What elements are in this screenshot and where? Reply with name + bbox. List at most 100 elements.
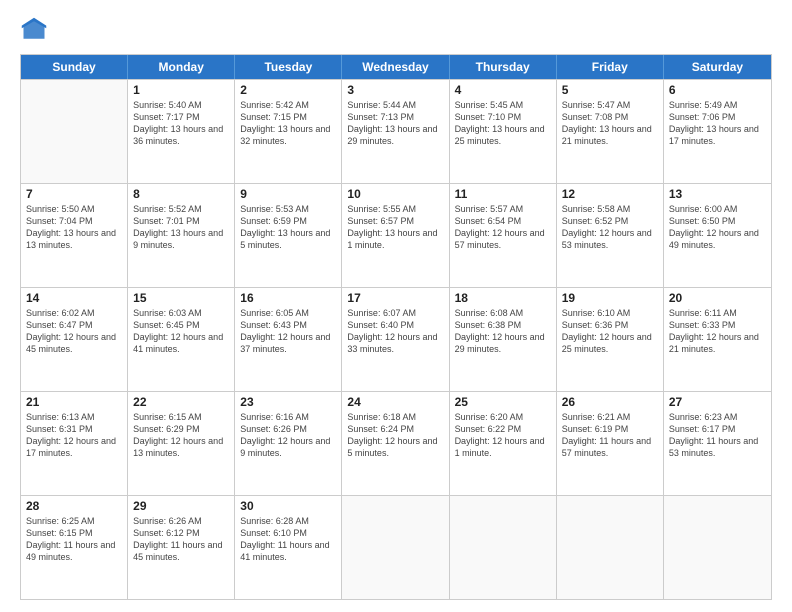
day-info: Sunrise: 5:47 AM Sunset: 7:08 PM Dayligh… bbox=[562, 99, 658, 148]
day-info: Sunrise: 6:18 AM Sunset: 6:24 PM Dayligh… bbox=[347, 411, 443, 460]
day-info: Sunrise: 6:26 AM Sunset: 6:12 PM Dayligh… bbox=[133, 515, 229, 564]
calendar-row-3: 14 Sunrise: 6:02 AM Sunset: 6:47 PM Dayli… bbox=[21, 287, 771, 391]
day-number: 15 bbox=[133, 291, 229, 305]
calendar-cell-r3c5: 18 Sunrise: 6:08 AM Sunset: 6:38 PM Dayli… bbox=[450, 288, 557, 391]
header-day-monday: Monday bbox=[128, 55, 235, 79]
calendar-header: SundayMondayTuesdayWednesdayThursdayFrid… bbox=[21, 55, 771, 79]
calendar-cell-r2c4: 10 Sunrise: 5:55 AM Sunset: 6:57 PM Dayli… bbox=[342, 184, 449, 287]
day-number: 28 bbox=[26, 499, 122, 513]
calendar-cell-r5c1: 28 Sunrise: 6:25 AM Sunset: 6:15 PM Dayli… bbox=[21, 496, 128, 599]
calendar-cell-r2c7: 13Sunrise: 6:00 AM Sunset: 6:50 PM Dayli… bbox=[664, 184, 771, 287]
header bbox=[20, 16, 772, 44]
calendar-cell-r5c6 bbox=[557, 496, 664, 599]
calendar-row-1: 1Sunrise: 5:40 AM Sunset: 7:17 PM Daylig… bbox=[21, 79, 771, 183]
calendar-cell-r4c6: 26 Sunrise: 6:21 AM Sunset: 6:19 PM Dayli… bbox=[557, 392, 664, 495]
day-number: 19 bbox=[562, 291, 658, 305]
day-info: Sunrise: 5:55 AM Sunset: 6:57 PM Dayligh… bbox=[347, 203, 443, 252]
calendar-cell-r3c6: 19 Sunrise: 6:10 AM Sunset: 6:36 PM Dayli… bbox=[557, 288, 664, 391]
day-info: Sunrise: 6:25 AM Sunset: 6:15 PM Dayligh… bbox=[26, 515, 122, 564]
calendar-cell-r3c1: 14 Sunrise: 6:02 AM Sunset: 6:47 PM Dayli… bbox=[21, 288, 128, 391]
day-number: 21 bbox=[26, 395, 122, 409]
calendar-cell-r5c7 bbox=[664, 496, 771, 599]
day-info: Sunrise: 6:28 AM Sunset: 6:10 PM Dayligh… bbox=[240, 515, 336, 564]
day-info: Sunrise: 6:10 AM Sunset: 6:36 PM Dayligh… bbox=[562, 307, 658, 356]
day-number: 1 bbox=[133, 83, 229, 97]
day-info: Sunrise: 5:58 AM Sunset: 6:52 PM Dayligh… bbox=[562, 203, 658, 252]
day-info: Sunrise: 6:07 AM Sunset: 6:40 PM Dayligh… bbox=[347, 307, 443, 356]
calendar-cell-r5c4 bbox=[342, 496, 449, 599]
calendar-cell-r4c7: 27 Sunrise: 6:23 AM Sunset: 6:17 PM Dayli… bbox=[664, 392, 771, 495]
logo-icon bbox=[20, 16, 48, 44]
day-info: Sunrise: 6:15 AM Sunset: 6:29 PM Dayligh… bbox=[133, 411, 229, 460]
day-number: 23 bbox=[240, 395, 336, 409]
header-day-wednesday: Wednesday bbox=[342, 55, 449, 79]
day-number: 22 bbox=[133, 395, 229, 409]
calendar-cell-r2c5: 11Sunrise: 5:57 AM Sunset: 6:54 PM Dayli… bbox=[450, 184, 557, 287]
header-day-friday: Friday bbox=[557, 55, 664, 79]
calendar-cell-r4c5: 25Sunrise: 6:20 AM Sunset: 6:22 PM Dayli… bbox=[450, 392, 557, 495]
logo bbox=[20, 16, 52, 44]
day-number: 6 bbox=[669, 83, 766, 97]
day-info: Sunrise: 5:44 AM Sunset: 7:13 PM Dayligh… bbox=[347, 99, 443, 148]
calendar-cell-r2c6: 12Sunrise: 5:58 AM Sunset: 6:52 PM Dayli… bbox=[557, 184, 664, 287]
day-number: 2 bbox=[240, 83, 336, 97]
calendar-cell-r5c3: 30 Sunrise: 6:28 AM Sunset: 6:10 PM Dayli… bbox=[235, 496, 342, 599]
calendar-row-2: 7 Sunrise: 5:50 AM Sunset: 7:04 PM Daylig… bbox=[21, 183, 771, 287]
day-info: Sunrise: 6:23 AM Sunset: 6:17 PM Dayligh… bbox=[669, 411, 766, 460]
day-number: 14 bbox=[26, 291, 122, 305]
day-info: Sunrise: 6:16 AM Sunset: 6:26 PM Dayligh… bbox=[240, 411, 336, 460]
calendar-cell-r4c4: 24 Sunrise: 6:18 AM Sunset: 6:24 PM Dayli… bbox=[342, 392, 449, 495]
day-number: 27 bbox=[669, 395, 766, 409]
day-number: 10 bbox=[347, 187, 443, 201]
calendar-cell-r1c7: 6 Sunrise: 5:49 AM Sunset: 7:06 PM Daylig… bbox=[664, 80, 771, 183]
calendar-cell-r1c3: 2 Sunrise: 5:42 AM Sunset: 7:15 PM Daylig… bbox=[235, 80, 342, 183]
calendar-cell-r5c2: 29 Sunrise: 6:26 AM Sunset: 6:12 PM Dayli… bbox=[128, 496, 235, 599]
day-number: 5 bbox=[562, 83, 658, 97]
calendar-body: 1Sunrise: 5:40 AM Sunset: 7:17 PM Daylig… bbox=[21, 79, 771, 599]
header-day-tuesday: Tuesday bbox=[235, 55, 342, 79]
calendar-cell-r4c3: 23 Sunrise: 6:16 AM Sunset: 6:26 PM Dayli… bbox=[235, 392, 342, 495]
day-number: 4 bbox=[455, 83, 551, 97]
day-info: Sunrise: 6:21 AM Sunset: 6:19 PM Dayligh… bbox=[562, 411, 658, 460]
calendar-cell-r1c5: 4Sunrise: 5:45 AM Sunset: 7:10 PM Daylig… bbox=[450, 80, 557, 183]
day-info: Sunrise: 5:49 AM Sunset: 7:06 PM Dayligh… bbox=[669, 99, 766, 148]
day-number: 9 bbox=[240, 187, 336, 201]
calendar-cell-r1c2: 1Sunrise: 5:40 AM Sunset: 7:17 PM Daylig… bbox=[128, 80, 235, 183]
day-number: 29 bbox=[133, 499, 229, 513]
calendar-cell-r2c2: 8 Sunrise: 5:52 AM Sunset: 7:01 PM Daylig… bbox=[128, 184, 235, 287]
header-day-sunday: Sunday bbox=[21, 55, 128, 79]
day-info: Sunrise: 6:02 AM Sunset: 6:47 PM Dayligh… bbox=[26, 307, 122, 356]
day-info: Sunrise: 6:03 AM Sunset: 6:45 PM Dayligh… bbox=[133, 307, 229, 356]
calendar: SundayMondayTuesdayWednesdayThursdayFrid… bbox=[20, 54, 772, 600]
day-number: 18 bbox=[455, 291, 551, 305]
day-number: 26 bbox=[562, 395, 658, 409]
day-number: 8 bbox=[133, 187, 229, 201]
day-info: Sunrise: 6:08 AM Sunset: 6:38 PM Dayligh… bbox=[455, 307, 551, 356]
calendar-cell-r4c1: 21 Sunrise: 6:13 AM Sunset: 6:31 PM Dayli… bbox=[21, 392, 128, 495]
day-number: 7 bbox=[26, 187, 122, 201]
calendar-cell-r3c3: 16Sunrise: 6:05 AM Sunset: 6:43 PM Dayli… bbox=[235, 288, 342, 391]
day-info: Sunrise: 5:42 AM Sunset: 7:15 PM Dayligh… bbox=[240, 99, 336, 148]
day-info: Sunrise: 5:53 AM Sunset: 6:59 PM Dayligh… bbox=[240, 203, 336, 252]
day-info: Sunrise: 6:05 AM Sunset: 6:43 PM Dayligh… bbox=[240, 307, 336, 356]
calendar-cell-r1c6: 5 Sunrise: 5:47 AM Sunset: 7:08 PM Daylig… bbox=[557, 80, 664, 183]
calendar-cell-r2c1: 7 Sunrise: 5:50 AM Sunset: 7:04 PM Daylig… bbox=[21, 184, 128, 287]
day-info: Sunrise: 5:52 AM Sunset: 7:01 PM Dayligh… bbox=[133, 203, 229, 252]
header-day-saturday: Saturday bbox=[664, 55, 771, 79]
calendar-row-4: 21 Sunrise: 6:13 AM Sunset: 6:31 PM Dayli… bbox=[21, 391, 771, 495]
day-number: 25 bbox=[455, 395, 551, 409]
day-number: 17 bbox=[347, 291, 443, 305]
day-number: 30 bbox=[240, 499, 336, 513]
day-info: Sunrise: 6:13 AM Sunset: 6:31 PM Dayligh… bbox=[26, 411, 122, 460]
header-day-thursday: Thursday bbox=[450, 55, 557, 79]
day-number: 24 bbox=[347, 395, 443, 409]
calendar-cell-r1c1 bbox=[21, 80, 128, 183]
day-info: Sunrise: 6:11 AM Sunset: 6:33 PM Dayligh… bbox=[669, 307, 766, 356]
day-number: 11 bbox=[455, 187, 551, 201]
day-info: Sunrise: 6:00 AM Sunset: 6:50 PM Dayligh… bbox=[669, 203, 766, 252]
day-number: 3 bbox=[347, 83, 443, 97]
calendar-cell-r1c4: 3 Sunrise: 5:44 AM Sunset: 7:13 PM Daylig… bbox=[342, 80, 449, 183]
calendar-cell-r2c3: 9 Sunrise: 5:53 AM Sunset: 6:59 PM Daylig… bbox=[235, 184, 342, 287]
day-info: Sunrise: 5:50 AM Sunset: 7:04 PM Dayligh… bbox=[26, 203, 122, 252]
calendar-cell-r3c7: 20Sunrise: 6:11 AM Sunset: 6:33 PM Dayli… bbox=[664, 288, 771, 391]
